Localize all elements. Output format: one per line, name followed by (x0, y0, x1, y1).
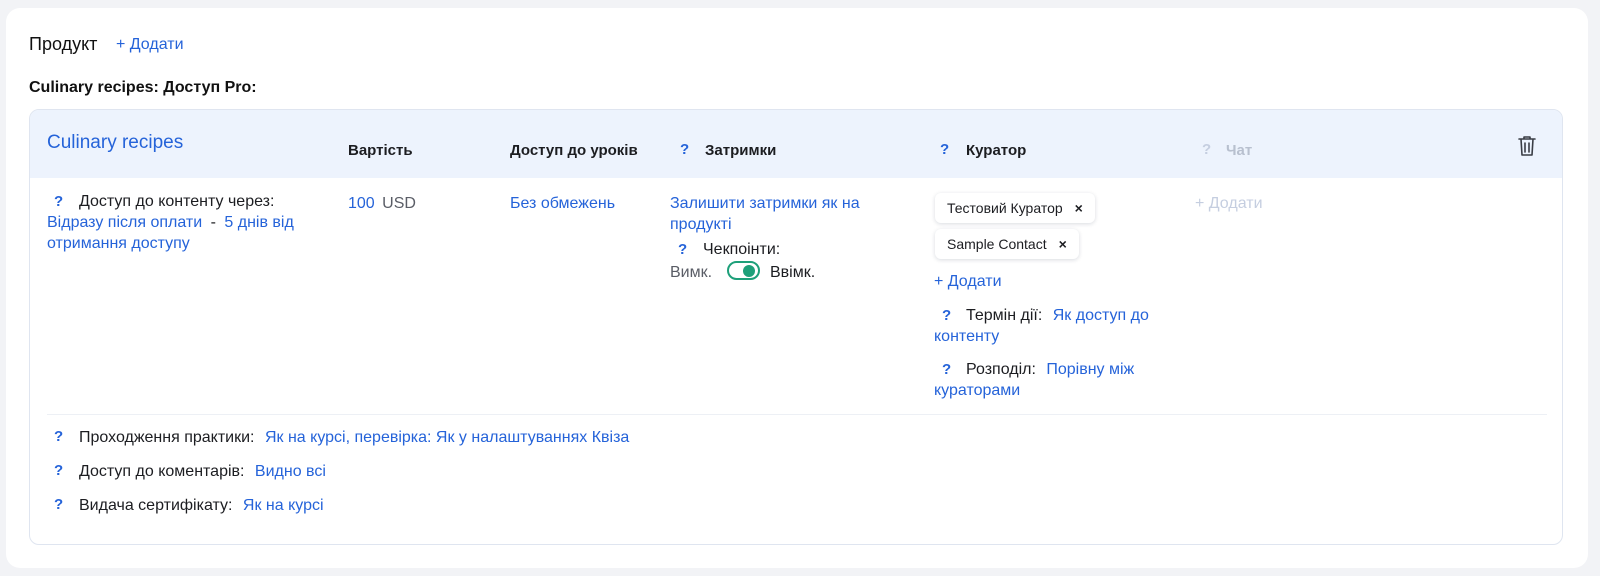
practice-row: Проходження практики: Як на курсі, перев… (79, 427, 629, 448)
column-lesson-access: Доступ до уроків (510, 142, 638, 159)
product-panel: Culinary recipes Вартість Доступ до урок… (29, 109, 1563, 545)
page-title: Продукт (29, 34, 98, 54)
lesson-access-value[interactable]: Без обмежень (510, 193, 615, 214)
practice-label: Проходження практики: (79, 429, 255, 446)
help-icon[interactable]: ? (940, 141, 949, 158)
add-chat-button: + Додати (1195, 195, 1263, 212)
curator-distribution: Розподіл: Порівну між кураторами (934, 359, 1189, 401)
column-price: Вартість (348, 142, 413, 159)
toggle-knob (743, 265, 755, 277)
practice-value[interactable]: Як на курсі, перевірка: Як у налаштуванн… (265, 429, 629, 446)
checkpoints-on-label: Ввімк. (770, 264, 816, 281)
curator-term: Термін дії: Як доступ до контенту (934, 305, 1189, 347)
remove-curator-icon[interactable]: × (1059, 236, 1067, 252)
comments-value[interactable]: Видно всі (255, 463, 326, 480)
price-currency: USD (382, 195, 416, 212)
trash-icon[interactable] (1518, 135, 1536, 157)
certificate-row: Видача сертифікату: Як на курсі (79, 495, 324, 516)
content-access-option-immediate[interactable]: Відразу після оплати (47, 214, 202, 231)
certificate-value[interactable]: Як на курсі (243, 497, 324, 514)
checkpoints-toggle[interactable] (727, 261, 760, 280)
price-value: 100 USD (348, 193, 416, 214)
comments-row: Доступ до коментарів: Видно всі (79, 461, 326, 482)
content-access-value: Відразу після оплати - 5 днів від отрима… (47, 212, 337, 254)
content-access-label: Доступ до контенту через: (79, 193, 275, 210)
price-amount[interactable]: 100 (348, 195, 375, 212)
help-icon[interactable]: ? (54, 462, 63, 479)
curator-chip: Sample Contact × (935, 229, 1079, 259)
help-icon[interactable]: ? (54, 193, 63, 210)
curator-chip: Тестовий Куратор × (935, 193, 1095, 223)
curator-chip-label: Тестовий Куратор (947, 200, 1063, 216)
curator-chip-label: Sample Contact (947, 236, 1047, 252)
course-name-link[interactable]: Culinary recipes (47, 132, 183, 154)
checkpoints-label: Чекпоінти: (703, 241, 781, 258)
delays-value[interactable]: Залишити затримки як на продукті (670, 193, 890, 235)
checkpoints-off-label: Вимк. (670, 264, 713, 281)
remove-curator-icon[interactable]: × (1075, 200, 1083, 216)
certificate-label: Видача сертифікату: (79, 497, 233, 514)
divider (47, 414, 1547, 415)
content-access-separator: - (210, 214, 216, 231)
curator-distribution-label: Розподіл: (966, 361, 1036, 378)
help-icon[interactable]: ? (54, 496, 63, 513)
comments-label: Доступ до коментарів: (79, 463, 245, 480)
add-product-button[interactable]: + Додати (116, 36, 184, 54)
column-curator: Куратор (966, 142, 1027, 159)
curator-term-label: Термін дії: (966, 307, 1043, 324)
column-delays: Затримки (705, 142, 777, 159)
help-icon[interactable]: ? (678, 241, 687, 258)
help-icon[interactable]: ? (680, 141, 689, 158)
help-icon[interactable]: ? (54, 428, 63, 445)
section-title: Culinary recipes: Доступ Pro: (29, 79, 257, 96)
add-curator-button[interactable]: + Додати (934, 271, 1002, 292)
help-icon: ? (1202, 141, 1212, 158)
column-chat: Чат (1226, 142, 1253, 159)
panel-header (30, 110, 1562, 178)
